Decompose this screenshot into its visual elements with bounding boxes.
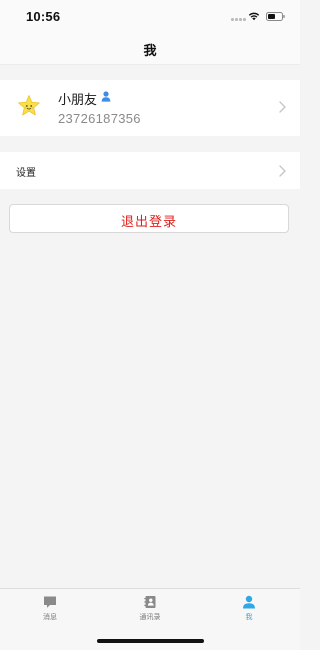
status-time: 10:56 (26, 9, 61, 24)
signal-icon (231, 18, 246, 21)
chat-bubble-icon (44, 596, 56, 608)
tab-label: 消息 (43, 613, 57, 621)
address-book-icon (144, 596, 156, 608)
logout-label: 退出登录 (120, 215, 177, 230)
tab-messages[interactable]: 消息 (20, 595, 80, 627)
settings-row[interactable]: 设置 (0, 152, 300, 189)
logout-button[interactable]: 退出登录 (9, 204, 289, 233)
person-icon (243, 595, 255, 609)
tab-contacts[interactable]: 通讯录 (120, 595, 180, 627)
settings-label: 设置 (16, 168, 36, 179)
chevron-right-icon (279, 101, 286, 113)
tab-label: 我 (245, 613, 253, 621)
profile-card[interactable]: 小朋友 23726187356 (0, 80, 300, 136)
wifi-icon (248, 12, 260, 21)
star-smiley-icon (18, 95, 40, 116)
chevron-right-icon (279, 165, 286, 177)
battery-icon (266, 12, 285, 21)
tab-me[interactable]: 我 (219, 595, 279, 627)
status-bar: 10:56 (0, 0, 300, 32)
profile-phone: 23726187356 (58, 111, 141, 126)
page-title: 我 (143, 44, 157, 59)
nav-bar: 我 (0, 32, 300, 65)
profile-name: 小朋友 (58, 93, 98, 108)
user-icon (101, 91, 111, 102)
tab-label: 通讯录 (139, 613, 161, 621)
home-indicator (97, 639, 204, 643)
